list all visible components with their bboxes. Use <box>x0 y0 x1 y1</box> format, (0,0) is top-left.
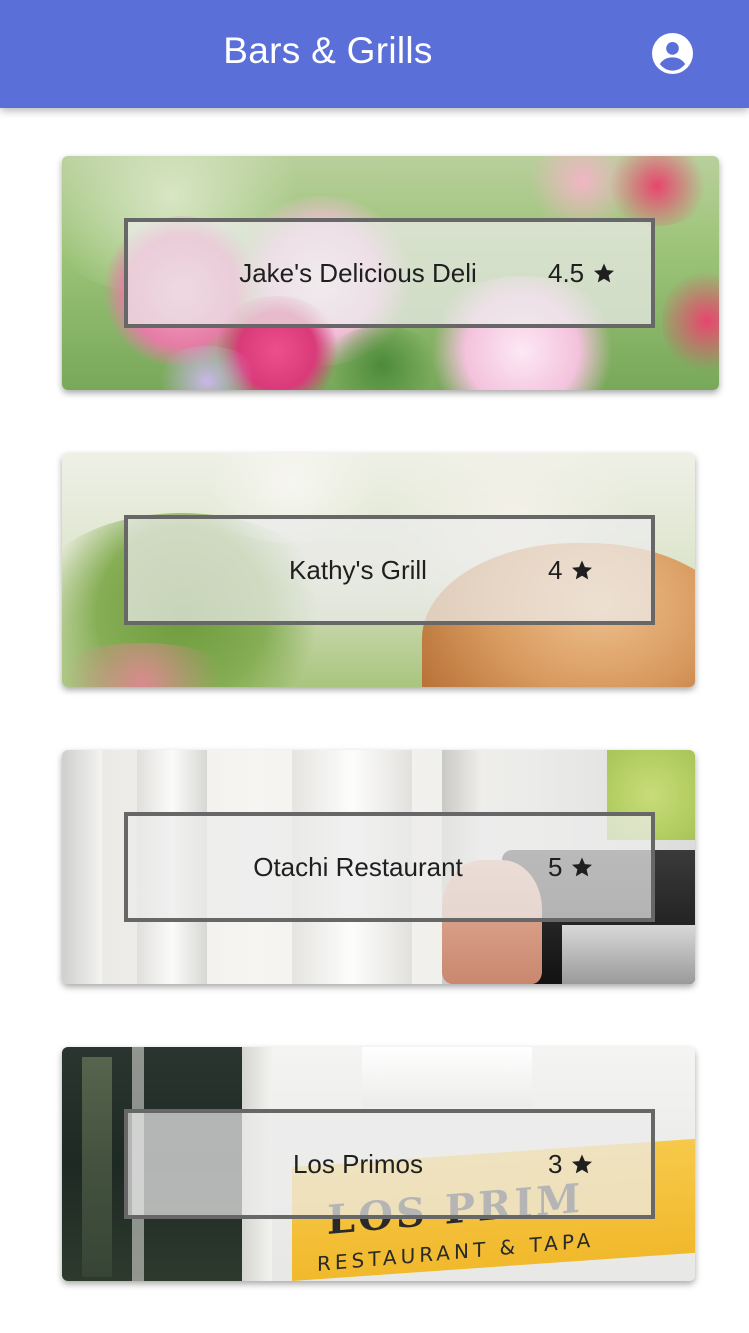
star-icon <box>570 1152 594 1176</box>
app-bar: Bars & Grills <box>0 0 749 108</box>
restaurant-card[interactable]: Kathy's Grill 4 <box>62 453 695 687</box>
rating-value: 4.5 <box>548 258 585 288</box>
restaurant-rating: 4 <box>548 519 594 621</box>
restaurant-rating: 3 <box>548 1113 594 1215</box>
rating-value: 5 <box>548 852 563 882</box>
restaurant-name: Jake's Delicious Deli <box>239 258 477 288</box>
restaurant-label: Jake's Delicious Deli 4.5 <box>124 218 655 328</box>
app: Bars & Grills Jake's Delicious Deli 4.5 … <box>0 0 749 1333</box>
page-title: Bars & Grills <box>223 30 433 71</box>
account-circle-icon[interactable] <box>652 33 693 74</box>
restaurant-name: Kathy's Grill <box>289 555 427 585</box>
restaurant-rating: 5 <box>548 816 594 918</box>
restaurant-name: Otachi Restaurant <box>253 852 463 882</box>
restaurant-name: Los Primos <box>292 1149 424 1179</box>
restaurant-label: Kathy's Grill 4 <box>124 515 655 625</box>
rating-value: 3 <box>548 1149 563 1179</box>
restaurant-card[interactable]: Otachi Restaurant 5 <box>62 750 695 984</box>
restaurant-rating: 4.5 <box>548 222 616 324</box>
restaurant-label: Los Primos 3 <box>124 1109 655 1219</box>
star-icon <box>592 261 616 285</box>
restaurant-card[interactable]: LOS PRIM RESTAURANT & TAPA Los Primos 3 <box>62 1047 695 1281</box>
restaurant-label: Otachi Restaurant 5 <box>124 812 655 922</box>
restaurant-card[interactable]: Jake's Delicious Deli 4.5 <box>62 156 719 390</box>
star-icon <box>570 558 594 582</box>
star-icon <box>570 855 594 879</box>
rating-value: 4 <box>548 555 563 585</box>
